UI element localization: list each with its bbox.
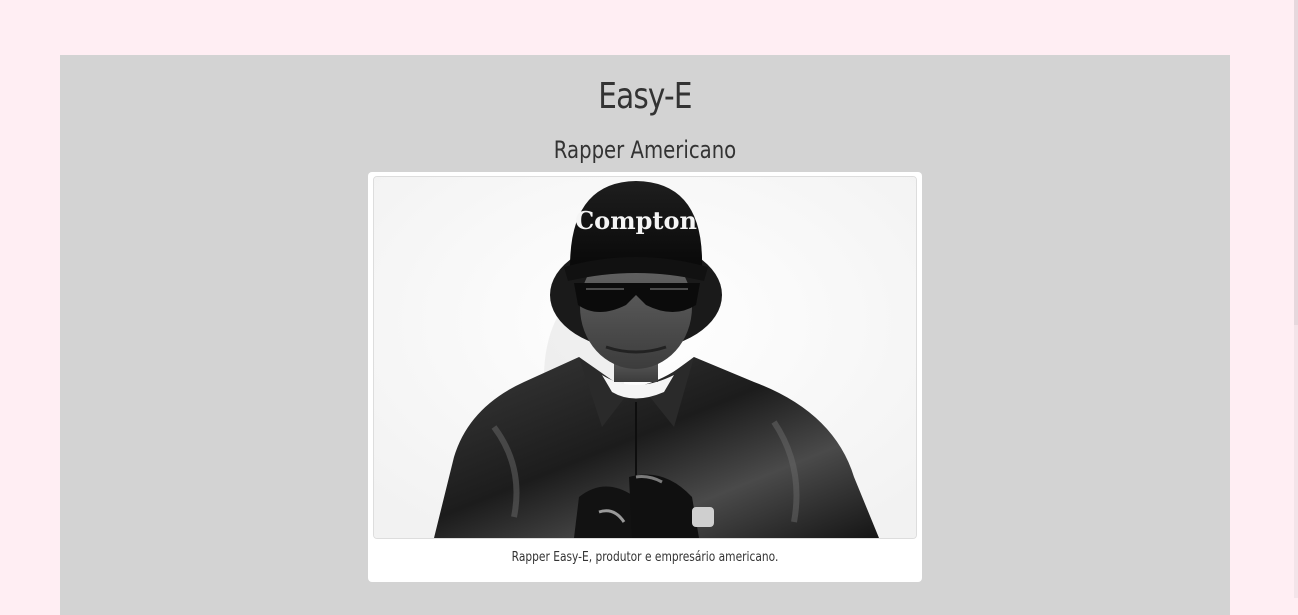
scrollbar-track[interactable] xyxy=(1294,0,1298,598)
figure-card: Compton Rapper Easy-E, produtor e empres… xyxy=(368,172,922,582)
portrait-photo: Compton xyxy=(373,176,917,539)
scrollbar-thumb[interactable] xyxy=(1294,0,1298,325)
main-panel: Easy-E Rapper Americano Compton Rapper E… xyxy=(60,55,1230,615)
page-title: Easy-E xyxy=(598,76,692,117)
cap-logo-text: Compton xyxy=(575,206,697,235)
page-subtitle: Rapper Americano xyxy=(553,136,737,164)
photo-caption: Rapper Easy-E, produtor e empresário ame… xyxy=(511,550,779,565)
